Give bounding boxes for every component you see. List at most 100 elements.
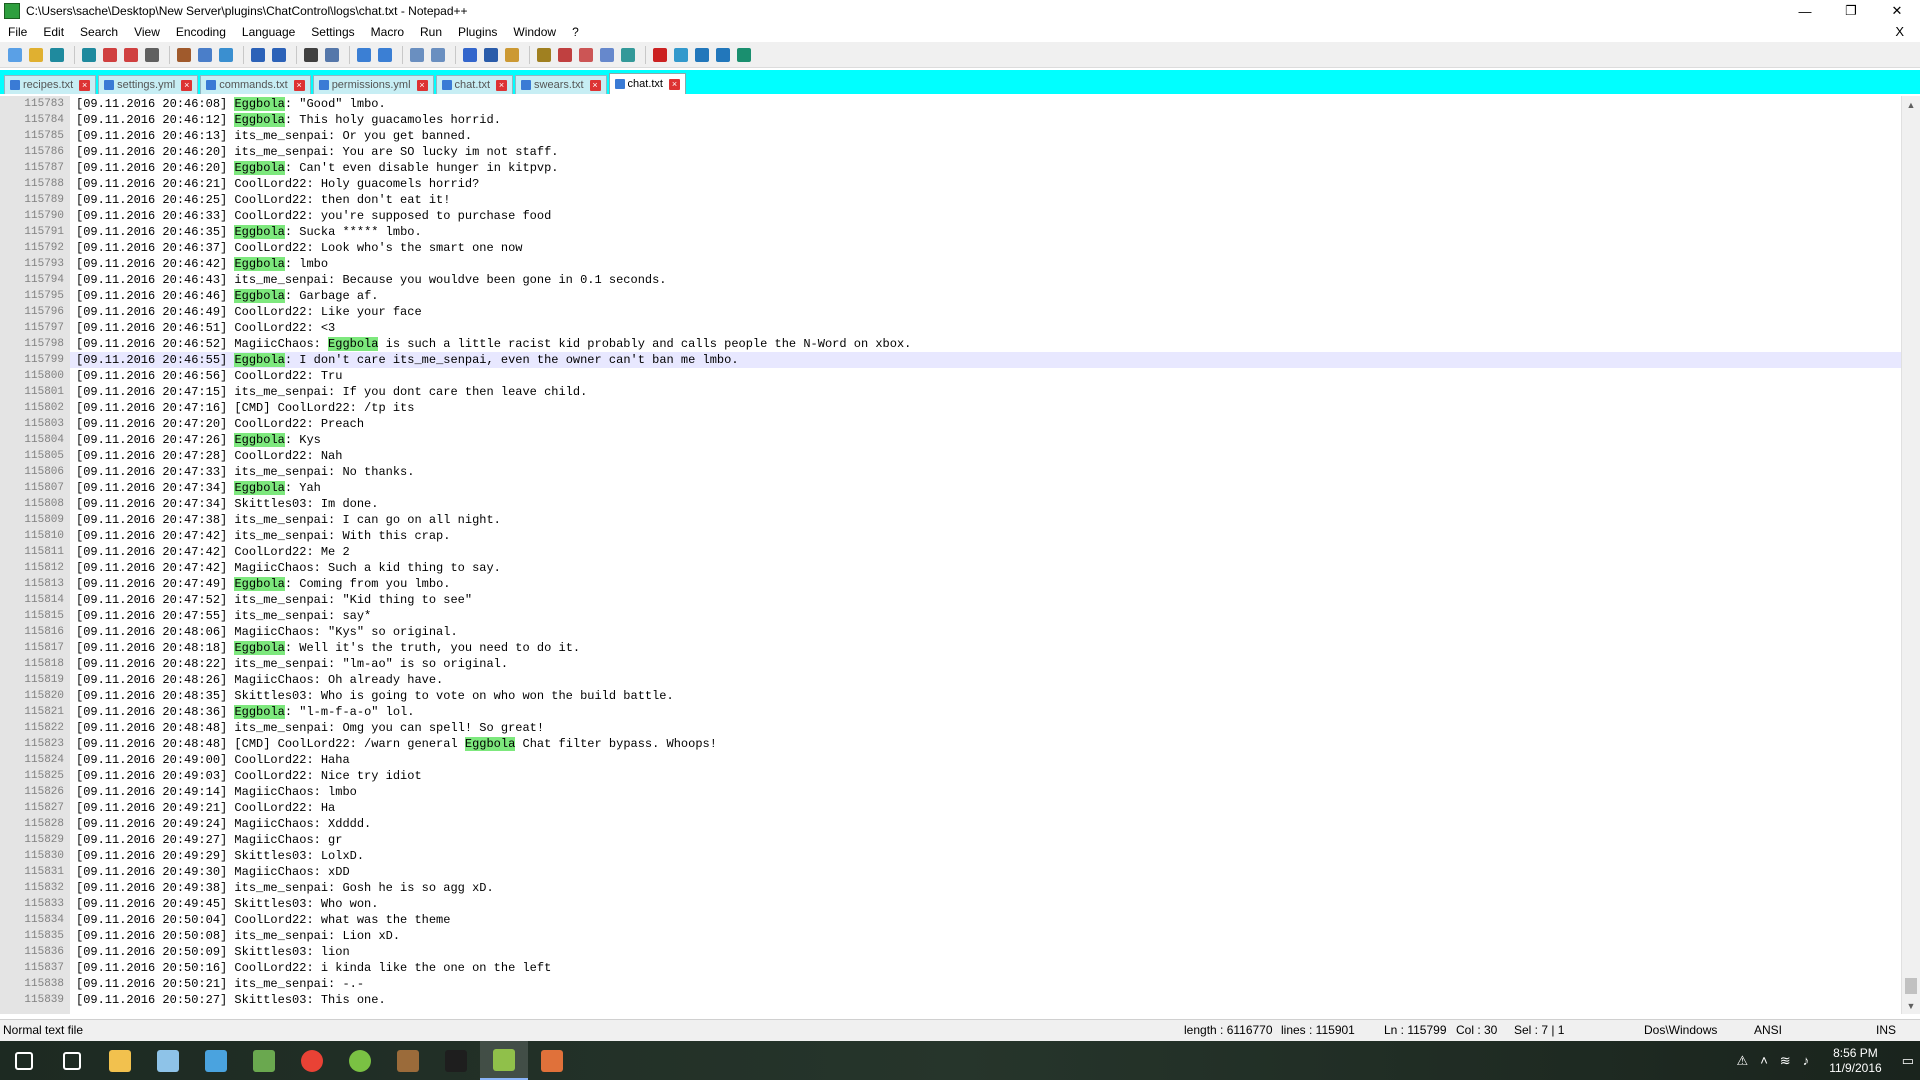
editor-line[interactable]: 115833 [09.11.2016 20:49:45] Skittles03: … (0, 896, 1902, 912)
editor-line[interactable]: 115785 [09.11.2016 20:46:13] its_me_senpa… (0, 128, 1902, 144)
file-explorer-icon[interactable] (96, 1041, 144, 1080)
package-icon[interactable] (384, 1041, 432, 1080)
menu-file[interactable]: File (0, 25, 35, 39)
editor-line[interactable]: 115829 [09.11.2016 20:49:27] MagiicChaos:… (0, 832, 1902, 848)
tab-close-icon[interactable]: × (181, 79, 193, 91)
tab-close-icon[interactable]: × (589, 79, 601, 91)
tab-chat-txt[interactable]: chat.txt × (435, 75, 514, 94)
current-line[interactable]: 115799 [09.11.2016 20:46:55] Eggbola: I d… (0, 352, 1902, 368)
scroll-down-arrow-icon[interactable]: ▼ (1902, 997, 1920, 1014)
tab-commands-txt[interactable]: commands.txt × (200, 75, 311, 94)
menu-help[interactable]: ? (564, 25, 587, 39)
undo-icon[interactable] (249, 46, 267, 64)
editor-line[interactable]: 115801 [09.11.2016 20:47:15] its_me_senpa… (0, 384, 1902, 400)
editor-line[interactable]: 115824 [09.11.2016 20:49:00] CoolLord22: … (0, 752, 1902, 768)
start-icon[interactable] (0, 1041, 48, 1080)
notepad-icon[interactable] (144, 1041, 192, 1080)
editor-line[interactable]: 115818 [09.11.2016 20:48:22] its_me_senpa… (0, 656, 1902, 672)
editor-line[interactable]: 115810 [09.11.2016 20:47:42] its_me_senpa… (0, 528, 1902, 544)
open-file-icon[interactable] (27, 46, 45, 64)
close-button[interactable]: ✕ (1874, 0, 1920, 22)
menu-macro[interactable]: Macro (363, 25, 412, 39)
redo-icon[interactable] (270, 46, 288, 64)
tab-close-icon[interactable]: × (79, 79, 91, 91)
editor-line[interactable]: 115832 [09.11.2016 20:49:38] its_me_senpa… (0, 880, 1902, 896)
editor-line[interactable]: 115805 [09.11.2016 20:47:28] CoolLord22: … (0, 448, 1902, 464)
cut-icon[interactable] (175, 46, 193, 64)
paste-icon[interactable] (217, 46, 235, 64)
editor-line[interactable]: 115812 [09.11.2016 20:47:42] MagiicChaos:… (0, 560, 1902, 576)
find-icon[interactable] (302, 46, 320, 64)
tab-close-icon[interactable]: × (496, 79, 508, 91)
tab-chat-txt[interactable]: chat.txt × (608, 73, 686, 94)
editor-line[interactable]: 115830 [09.11.2016 20:49:29] Skittles03: … (0, 848, 1902, 864)
task-view-icon[interactable] (48, 1041, 96, 1080)
text-editor[interactable]: 115783 [09.11.2016 20:46:08] Eggbola: "Go… (0, 96, 1920, 1014)
editor-line[interactable]: 115808 [09.11.2016 20:47:34] Skittles03: … (0, 496, 1902, 512)
volume-icon[interactable]: ♪ (1803, 1053, 1810, 1068)
close-icon[interactable] (101, 46, 119, 64)
editor-line[interactable]: 115813 [09.11.2016 20:47:49] Eggbola: Com… (0, 576, 1902, 592)
record-macro-icon[interactable] (651, 46, 669, 64)
editor-line[interactable]: 115797 [09.11.2016 20:46:51] CoolLord22: … (0, 320, 1902, 336)
editor-line[interactable]: 115800 [09.11.2016 20:46:56] CoolLord22: … (0, 368, 1902, 384)
folder-workspace-icon[interactable] (598, 46, 616, 64)
menu-search[interactable]: Search (72, 25, 126, 39)
close-all-icon[interactable] (122, 46, 140, 64)
editor-line[interactable]: 115827 [09.11.2016 20:49:21] CoolLord22: … (0, 800, 1902, 816)
run-macro-multi-icon[interactable] (714, 46, 732, 64)
editor-line[interactable]: 115815 [09.11.2016 20:47:55] its_me_senpa… (0, 608, 1902, 624)
scroll-up-arrow-icon[interactable]: ▲ (1902, 96, 1920, 113)
maximize-button[interactable]: ❐ (1828, 0, 1874, 22)
editor-line[interactable]: 115821 [09.11.2016 20:48:36] Eggbola: "l-… (0, 704, 1902, 720)
tab-settings-yml[interactable]: settings.yml × (98, 75, 199, 94)
chrome-icon[interactable] (288, 1041, 336, 1080)
calculator-icon[interactable] (528, 1041, 576, 1080)
editor-line[interactable]: 115795 [09.11.2016 20:46:46] Eggbola: Gar… (0, 288, 1902, 304)
menu-view[interactable]: View (126, 25, 168, 39)
tab-recipes-txt[interactable]: recipes.txt × (4, 75, 97, 94)
editor-line[interactable]: 115834 [09.11.2016 20:50:04] CoolLord22: … (0, 912, 1902, 928)
editor-line[interactable]: 115826 [09.11.2016 20:49:14] MagiicChaos:… (0, 784, 1902, 800)
menu-run[interactable]: Run (412, 25, 450, 39)
notifications-icon[interactable]: ▭ (1902, 1053, 1914, 1069)
editor-line[interactable]: 115793 [09.11.2016 20:46:42] Eggbola: lmb… (0, 256, 1902, 272)
store-icon[interactable] (192, 1041, 240, 1080)
doc-map-icon[interactable] (556, 46, 574, 64)
warning-icon[interactable]: ⚠ (1737, 1053, 1749, 1069)
editor-line[interactable]: 115796 [09.11.2016 20:46:49] CoolLord22: … (0, 304, 1902, 320)
editor-line[interactable]: 115807 [09.11.2016 20:47:34] Eggbola: Yah (0, 480, 1902, 496)
editor-line[interactable]: 115839 [09.11.2016 20:50:27] Skittles03: … (0, 992, 1902, 1008)
editor-line[interactable]: 115786 [09.11.2016 20:46:20] its_me_senpa… (0, 144, 1902, 160)
editor-line[interactable]: 115814 [09.11.2016 20:47:52] its_me_senpa… (0, 592, 1902, 608)
editor-line[interactable]: 115791 [09.11.2016 20:46:35] Eggbola: Suc… (0, 224, 1902, 240)
wifi-icon[interactable]: ≋ (1780, 1053, 1791, 1069)
editor-line[interactable]: 115828 [09.11.2016 20:49:24] MagiicChaos:… (0, 816, 1902, 832)
notepadpp-icon[interactable] (480, 1041, 528, 1080)
minecraft-icon[interactable] (240, 1041, 288, 1080)
print-icon[interactable] (143, 46, 161, 64)
editor-line[interactable]: 115838 [09.11.2016 20:50:21] its_me_senpa… (0, 976, 1902, 992)
menu-settings[interactable]: Settings (303, 25, 362, 39)
editor-line[interactable]: 115784 [09.11.2016 20:46:12] Eggbola: Thi… (0, 112, 1902, 128)
scroll-thumb[interactable] (1905, 978, 1917, 994)
editor-line[interactable]: 115837 [09.11.2016 20:50:16] CoolLord22: … (0, 960, 1902, 976)
zoom-out-icon[interactable] (376, 46, 394, 64)
green-app-icon[interactable] (336, 1041, 384, 1080)
editor-line[interactable]: 115787 [09.11.2016 20:46:20] Eggbola: Can… (0, 160, 1902, 176)
minimize-button[interactable]: — (1782, 0, 1828, 22)
close-document-button[interactable]: X (1887, 24, 1912, 39)
editor-line[interactable]: 115798 [09.11.2016 20:46:52] MagiicChaos:… (0, 336, 1902, 352)
editor-line[interactable]: 115835 [09.11.2016 20:50:08] its_me_senpa… (0, 928, 1902, 944)
clock[interactable]: 8:56 PM 11/9/2016 (1829, 1046, 1882, 1076)
editor-line[interactable]: 115792 [09.11.2016 20:46:37] CoolLord22: … (0, 240, 1902, 256)
editor-line[interactable]: 115790 [09.11.2016 20:46:33] CoolLord22: … (0, 208, 1902, 224)
editor-line[interactable]: 115817 [09.11.2016 20:48:18] Eggbola: Wel… (0, 640, 1902, 656)
copy-icon[interactable] (196, 46, 214, 64)
menu-window[interactable]: Window (505, 25, 564, 39)
editor-line[interactable]: 115811 [09.11.2016 20:47:42] CoolLord22: … (0, 544, 1902, 560)
terminal-icon[interactable] (432, 1041, 480, 1080)
menu-edit[interactable]: Edit (35, 25, 72, 39)
save-icon[interactable] (48, 46, 66, 64)
editor-line[interactable]: 115794 [09.11.2016 20:46:43] its_me_senpa… (0, 272, 1902, 288)
